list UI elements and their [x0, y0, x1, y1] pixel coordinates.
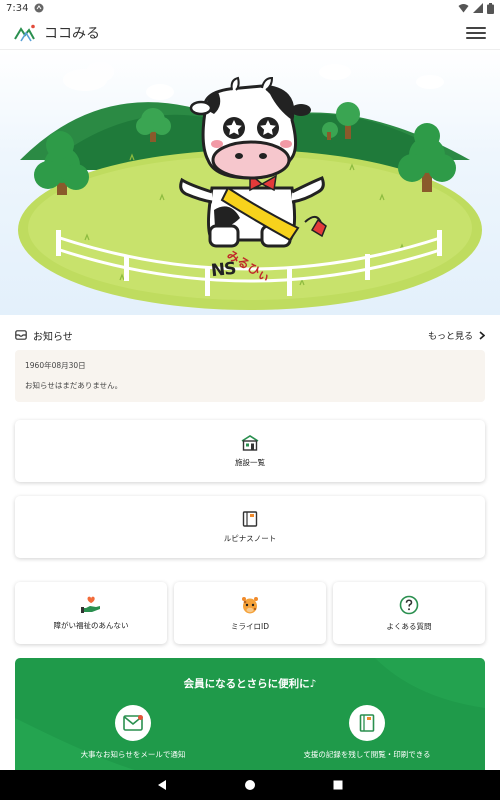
building-icon: [241, 434, 259, 451]
question-icon: [399, 595, 419, 614]
membership-banner[interactable]: 会員になるとさらに便利に♪ 大事なお知らせをメールで通知 支援の記録を残して閲覧…: [15, 658, 485, 770]
more-news-label: もっと見る: [427, 331, 473, 342]
chevron-right-icon: [479, 330, 485, 340]
records-feature-circle: [349, 705, 385, 741]
welfare-guide-card[interactable]: 障がい福祉のあんない: [15, 582, 167, 644]
membership-title: 会員になるとさらに便利に♪: [183, 678, 317, 690]
battery-icon: [487, 2, 494, 14]
hero-illustration: NS みるひぃ: [0, 50, 500, 315]
app-bar: ココみる: [0, 16, 500, 50]
menu-line: [466, 26, 486, 29]
welfare-guide-label: 障がい福祉のあんない: [53, 620, 129, 630]
menu-line: [466, 36, 486, 39]
system-navigation-bar: [0, 770, 500, 800]
recents-icon[interactable]: [332, 779, 344, 791]
faq-card[interactable]: よくある質問: [333, 582, 485, 644]
email-feature-circle: [115, 705, 151, 741]
feature-records: 支援の記録を残して閲覧・印刷できる: [267, 705, 467, 760]
mirairo-id-card[interactable]: ミライロID: [174, 582, 326, 644]
wifi-icon: [458, 4, 469, 13]
records-feature-text: 支援の記録を残して閲覧・印刷できる: [303, 750, 431, 759]
back-icon[interactable]: [156, 779, 168, 791]
menu-line: [466, 31, 486, 34]
feature-email: 大事なお知らせをメールで通知: [33, 705, 233, 760]
heart-hand-icon: [81, 596, 100, 613]
status-time: 7:34: [6, 2, 29, 14]
lupinus-note-card[interactable]: ルピナスノート: [15, 496, 485, 558]
app-logo-icon: [14, 24, 35, 41]
notification-icon: [34, 3, 44, 13]
giraffe-icon: [242, 596, 258, 613]
status-bar: 7:34: [0, 0, 500, 16]
lupinus-note-label: ルピナスノート: [223, 533, 277, 543]
more-news-link[interactable]: もっと見る: [428, 329, 485, 342]
news-message: お知らせはまだありません。: [25, 381, 123, 390]
facilities-label: 施設一覧: [235, 457, 265, 467]
news-box: 1960年08月30日 お知らせはまだありません。: [15, 350, 485, 402]
news-heading: お知らせ: [33, 331, 73, 343]
notebook-icon: [242, 510, 258, 527]
envelope-icon: [123, 715, 143, 731]
email-feature-text: 大事なお知らせをメールで通知: [80, 750, 186, 759]
mirairo-id-label: ミライロID: [231, 621, 269, 631]
faq-label: よくある質問: [386, 621, 432, 631]
facilities-card[interactable]: 施設一覧: [15, 420, 485, 482]
mailbox-icon: [15, 330, 27, 340]
home-icon[interactable]: [244, 779, 256, 791]
hamburger-menu-button[interactable]: [466, 23, 486, 43]
notebook-records-icon: [359, 714, 375, 732]
news-header: お知らせ もっと見る: [15, 326, 485, 344]
app-title: ココみる: [44, 25, 100, 42]
signal-icon: [473, 3, 483, 13]
news-date: 1960年08月30日: [25, 361, 86, 370]
